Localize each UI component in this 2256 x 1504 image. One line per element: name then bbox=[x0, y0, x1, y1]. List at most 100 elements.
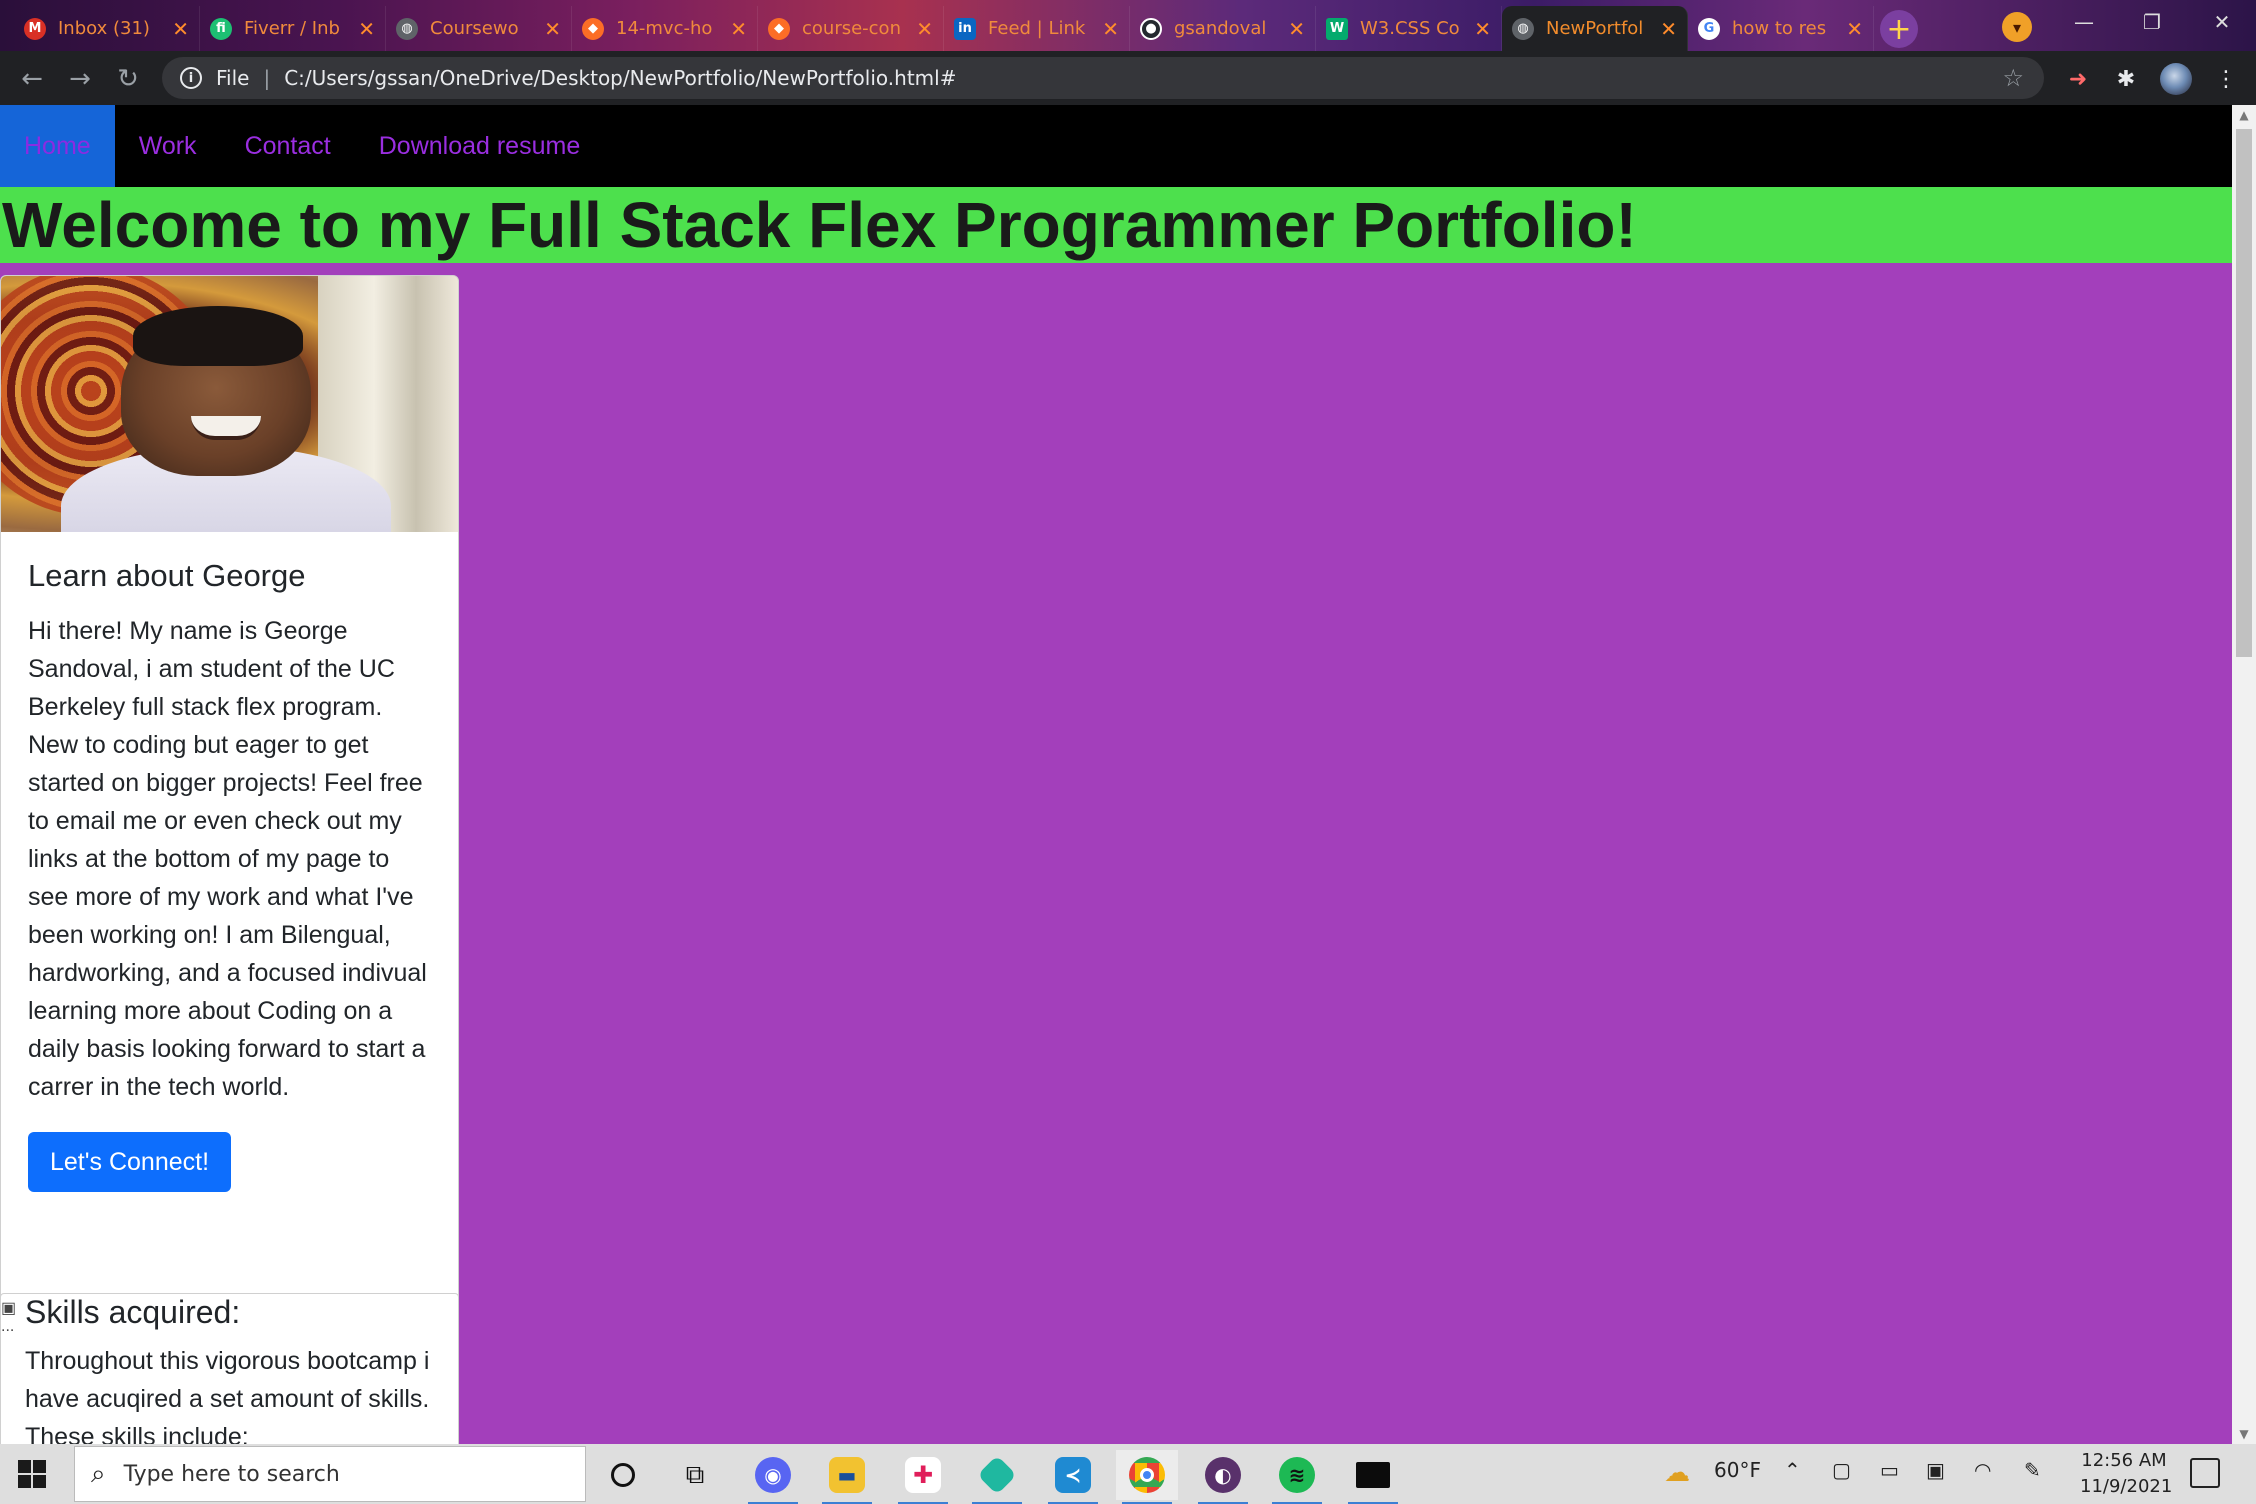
restore-button[interactable]: ❐ bbox=[2118, 0, 2186, 44]
tab-gitlab-course[interactable]: ◆ course-con ✕ bbox=[758, 6, 944, 51]
scroll-up-arrow-icon[interactable]: ▲ bbox=[2232, 105, 2256, 125]
gmail-icon: M bbox=[24, 17, 46, 40]
w3schools-icon: W bbox=[1326, 17, 1348, 40]
terminal-icon[interactable] bbox=[1342, 1450, 1404, 1504]
pen-icon[interactable]: ✎ bbox=[2024, 1458, 2041, 1482]
task-view-icon[interactable]: ⧉ bbox=[664, 1450, 726, 1500]
taskbar-clock[interactable]: 12:56 AM 11/9/2021 bbox=[2080, 1448, 2173, 1500]
tab-linkedin[interactable]: in Feed | Link ✕ bbox=[944, 6, 1130, 51]
close-icon[interactable]: ✕ bbox=[1660, 17, 1677, 41]
tab-title: 14-mvc-ho bbox=[616, 18, 713, 39]
vscode-icon[interactable]: ≺ bbox=[1042, 1450, 1104, 1504]
extension-arrow-icon[interactable]: ➜ bbox=[2062, 63, 2094, 95]
address-bar[interactable]: i File | C:/Users/gssan/OneDrive/Desktop… bbox=[162, 57, 2044, 99]
forward-button[interactable]: → bbox=[62, 61, 98, 97]
slack-icon[interactable]: ✚ bbox=[892, 1450, 954, 1504]
taskbar-search-box[interactable]: ⌕ Type here to search bbox=[74, 1446, 586, 1502]
nav-contact-link[interactable]: Contact bbox=[221, 105, 355, 187]
globe-icon: ◍ bbox=[396, 17, 418, 40]
weather-temperature[interactable]: 60°F bbox=[1714, 1458, 1761, 1482]
chrome-icon[interactable] bbox=[1116, 1450, 1178, 1504]
gitkraken-icon[interactable] bbox=[966, 1450, 1028, 1504]
tor-browser-icon[interactable]: ◐ bbox=[1192, 1450, 1254, 1504]
menu-kebab-icon[interactable]: ⋮ bbox=[2210, 63, 2242, 95]
info-icon[interactable]: i bbox=[180, 67, 202, 89]
lets-connect-button[interactable]: Let's Connect! bbox=[28, 1132, 232, 1192]
close-icon[interactable]: ✕ bbox=[1102, 17, 1119, 41]
search-placeholder: Type here to search bbox=[123, 1461, 340, 1487]
scrollbar-thumb[interactable] bbox=[2236, 129, 2252, 657]
close-icon[interactable]: ✕ bbox=[544, 17, 561, 41]
tab-title: NewPortfol bbox=[1546, 18, 1644, 39]
page-scrollbar[interactable]: ▲ ▼ bbox=[2232, 105, 2256, 1444]
about-card-body: Learn about George Hi there! My name is … bbox=[1, 532, 458, 1218]
hero-title: Welcome to my Full Stack Flex Programmer… bbox=[0, 187, 2232, 263]
url-text: C:/Users/gssan/OneDrive/Desktop/NewPortf… bbox=[284, 66, 957, 90]
about-card-text: Hi there! My name is George Sandoval, i … bbox=[28, 617, 427, 1101]
close-icon[interactable]: ✕ bbox=[358, 17, 375, 41]
display-icon[interactable]: ▣ bbox=[1926, 1458, 1945, 1482]
tab-w3schools[interactable]: W W3.CSS Co ✕ bbox=[1316, 6, 1502, 51]
browser-tab-strip: M Inbox (31) ✕ fi Fiverr / Inb ✕ ◍ Cours… bbox=[0, 0, 2256, 51]
windows-taskbar: ⌕ Type here to search ⧉ ◉ ▬ ✚ ≺ ◐ ≋ ☁ 60… bbox=[0, 1444, 2256, 1504]
weather-cloud-icon[interactable]: ☁ bbox=[1664, 1458, 1690, 1488]
tab-title: W3.CSS Co bbox=[1360, 18, 1460, 39]
clock-time: 12:56 AM bbox=[2081, 1450, 2167, 1471]
tab-search-icon[interactable]: ▾ bbox=[2002, 12, 2032, 42]
wifi-icon[interactable]: ◠ bbox=[1974, 1458, 1991, 1482]
close-window-button[interactable]: ✕ bbox=[2188, 0, 2256, 44]
image-alt-text: ... bbox=[1, 1318, 15, 1335]
nav-download-resume-link[interactable]: Download resume bbox=[355, 105, 605, 187]
battery-icon[interactable]: ▭ bbox=[1880, 1458, 1899, 1482]
fiverr-icon: fi bbox=[210, 17, 232, 40]
notification-center-icon[interactable] bbox=[2190, 1458, 2220, 1488]
close-icon[interactable]: ✕ bbox=[1846, 17, 1863, 41]
extensions-puzzle-icon[interactable]: ✱ bbox=[2110, 63, 2142, 95]
tab-google[interactable]: G how to res ✕ bbox=[1688, 6, 1874, 51]
new-tab-button[interactable]: + bbox=[1880, 10, 1918, 48]
show-hidden-icons-chevron-icon[interactable]: ⌃ bbox=[1784, 1458, 1801, 1482]
tab-gmail[interactable]: M Inbox (31) ✕ bbox=[14, 6, 200, 51]
skills-card: ▣... Skills acquired: Throughout this vi… bbox=[0, 1293, 459, 1444]
linkedin-icon: in bbox=[954, 17, 976, 40]
windows-start-icon[interactable] bbox=[18, 1460, 46, 1488]
tab-newportfolio[interactable]: ◍ NewPortfol ✕ bbox=[1502, 6, 1688, 51]
scroll-down-arrow-icon[interactable]: ▼ bbox=[2232, 1424, 2256, 1444]
tab-title: gsandoval bbox=[1174, 18, 1267, 39]
profile-photo bbox=[1, 276, 458, 532]
back-button[interactable]: ← bbox=[14, 61, 50, 97]
globe-icon: ◍ bbox=[1512, 17, 1534, 40]
bookmark-star-icon[interactable]: ☆ bbox=[2002, 64, 2024, 92]
github-icon: ● bbox=[1140, 17, 1162, 40]
reload-button[interactable]: ↻ bbox=[110, 61, 146, 97]
close-icon[interactable]: ✕ bbox=[1474, 17, 1491, 41]
profile-avatar[interactable] bbox=[2160, 63, 2192, 95]
tab-title: Inbox (31) bbox=[58, 18, 150, 39]
tab-title: Coursewo bbox=[430, 18, 519, 39]
minimize-button[interactable]: — bbox=[2050, 0, 2118, 44]
tab-title: course-con bbox=[802, 18, 901, 39]
tab-title: Feed | Link bbox=[988, 18, 1086, 39]
about-card-title: Learn about George bbox=[28, 558, 306, 593]
meet-now-icon[interactable]: ▢ bbox=[1832, 1458, 1851, 1482]
clock-date: 11/9/2021 bbox=[2080, 1476, 2173, 1497]
tab-coursework[interactable]: ◍ Coursewo ✕ bbox=[386, 6, 572, 51]
tab-github[interactable]: ● gsandoval ✕ bbox=[1130, 6, 1316, 51]
cortana-icon[interactable] bbox=[592, 1450, 654, 1500]
tab-fiverr[interactable]: fi Fiverr / Inb ✕ bbox=[200, 6, 386, 51]
nav-home-link[interactable]: Home bbox=[0, 105, 115, 187]
close-icon[interactable]: ✕ bbox=[172, 17, 189, 41]
page-viewport: Home Work Contact Download resume Welcom… bbox=[0, 105, 2232, 1444]
discord-icon[interactable]: ◉ bbox=[742, 1450, 804, 1504]
close-icon[interactable]: ✕ bbox=[916, 17, 933, 41]
gitlab-icon: ◆ bbox=[768, 17, 790, 40]
close-icon[interactable]: ✕ bbox=[1288, 17, 1305, 41]
file-explorer-icon[interactable]: ▬ bbox=[816, 1450, 878, 1504]
nav-work-link[interactable]: Work bbox=[115, 105, 221, 187]
tab-title: Fiverr / Inb bbox=[244, 18, 340, 39]
tab-gitlab-mvc[interactable]: ◆ 14-mvc-ho ✕ bbox=[572, 6, 758, 51]
url-separator: | bbox=[263, 66, 271, 90]
spotify-icon[interactable]: ≋ bbox=[1266, 1450, 1328, 1504]
close-icon[interactable]: ✕ bbox=[730, 17, 747, 41]
skills-text: Throughout this vigorous bootcamp i have… bbox=[25, 1347, 430, 1444]
